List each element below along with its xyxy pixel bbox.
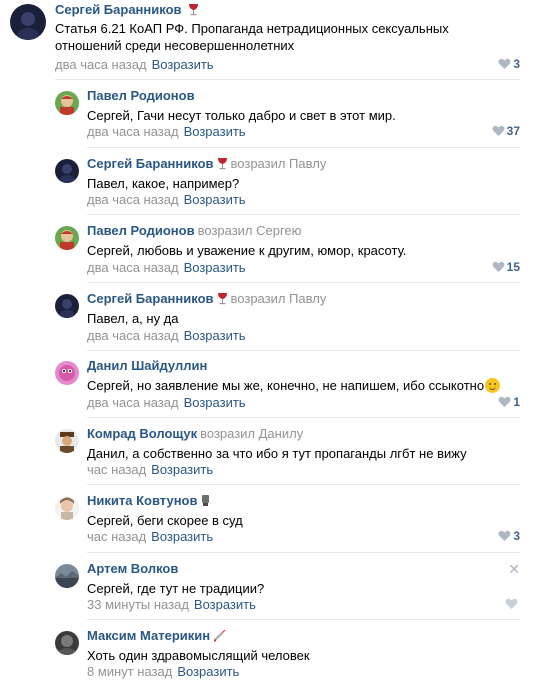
wine-glass-emoji <box>188 3 199 20</box>
separator <box>87 282 520 283</box>
comment-text: Сергей, беги скорее в суд <box>87 513 243 528</box>
timestamp[interactable]: два часа назад <box>55 57 147 72</box>
comment-text: Павел, какое, например? <box>87 176 240 191</box>
like-button[interactable]: 3 <box>498 529 520 544</box>
like-button[interactable]: 15 <box>492 260 520 275</box>
avatar[interactable] <box>55 91 79 115</box>
close-icon[interactable]: ✕ <box>508 561 520 578</box>
avatar[interactable] <box>55 631 79 655</box>
comment: Артем Волков ✕ Сергей, где тут не традиц… <box>0 561 544 621</box>
reply-button[interactable]: Возразить <box>151 462 213 477</box>
separator <box>87 619 520 620</box>
timestamp[interactable]: два часа назад <box>87 260 179 275</box>
reply-to-label[interactable]: возразил Павлу <box>231 291 327 306</box>
avatar[interactable] <box>55 429 79 453</box>
reply-button[interactable]: Возразить <box>151 529 213 544</box>
author-name[interactable]: Никита Ковтунов <box>87 493 198 508</box>
avatar[interactable] <box>55 226 79 250</box>
timestamp[interactable]: час назад <box>87 529 146 544</box>
reply-button[interactable]: Возразить <box>184 124 246 139</box>
timestamp[interactable]: два часа назад <box>87 395 179 410</box>
comment-text: Сергей, любовь и уважение к другим, юмор… <box>87 243 407 258</box>
syringe-emoji <box>213 629 226 646</box>
reply-button[interactable]: Возразить <box>184 260 246 275</box>
like-button[interactable]: 1 <box>498 395 520 410</box>
comment: Сергей Баранников возразил Павлу Павел, к… <box>0 156 544 216</box>
comment-text: Данил, а собственно за что ибо я тут про… <box>87 446 467 461</box>
comment-text: Павел, а, ну да <box>87 311 179 326</box>
timestamp[interactable]: два часа назад <box>87 124 179 139</box>
separator <box>87 484 520 485</box>
like-count: 37 <box>506 124 520 138</box>
separator <box>55 79 520 80</box>
comment: Сергей Баранников Статья 6.21 КоАП РФ. П… <box>0 2 544 74</box>
avatar[interactable] <box>55 361 79 385</box>
comment-text: Сергей, где тут не традиции? <box>87 581 265 596</box>
reply-button[interactable]: Возразить <box>152 57 214 72</box>
comment: Павел Родионов возразил Сергею Сергей, лю… <box>0 223 544 283</box>
like-button[interactable]: 37 <box>492 124 520 139</box>
author-name[interactable]: Данил Шайдуллин <box>87 358 207 373</box>
author-name[interactable]: Сергей Баранников <box>55 2 182 17</box>
comment-text: Хоть один здравомыслящий человек <box>87 648 310 663</box>
comment: Сергей Баранников возразил Павлу Павел, а… <box>0 291 544 351</box>
separator <box>87 214 520 215</box>
like-count: 3 <box>513 57 520 71</box>
timestamp[interactable]: два часа назад <box>87 328 179 343</box>
timestamp[interactable]: 8 минут назад <box>87 664 172 679</box>
comment-text: Сергей, Гачи несут только дабро и свет в… <box>87 108 396 123</box>
heart-icon <box>498 396 511 407</box>
comment-text: Статья 6.21 КоАП РФ. Пропаганда нетрадиц… <box>55 21 449 36</box>
comment-text: Сергей, но заявление мы же, конечно, не … <box>87 378 485 393</box>
author-name[interactable]: Павел Родионов <box>87 88 195 103</box>
heart-icon <box>498 58 511 69</box>
comment: Данил Шайдуллин Сергей, но заявление мы … <box>0 358 544 418</box>
heart-icon <box>492 125 505 136</box>
heart-icon <box>505 598 518 609</box>
comment: Комрад Волощук возразил Данилу Данил, а с… <box>0 426 544 486</box>
heart-icon <box>498 530 511 541</box>
timestamp[interactable]: час назад <box>87 462 146 477</box>
author-name[interactable]: Максим Материкин <box>87 628 210 643</box>
like-count: 1 <box>513 395 520 409</box>
wine-glass-emoji <box>217 292 228 309</box>
reply-to-label[interactable]: возразил Сергею <box>198 223 302 238</box>
smile-emoji <box>485 378 501 393</box>
reply-button[interactable]: Возразить <box>184 395 246 410</box>
comment: Максим Материкин Хоть один здравомыслящи… <box>0 628 544 687</box>
comment: Павел Родионов Сергей, Гачи несут только… <box>0 88 544 148</box>
author-name[interactable]: Комрад Волощук <box>87 426 197 441</box>
timestamp[interactable]: два часа назад <box>87 192 179 207</box>
avatar[interactable] <box>55 564 79 588</box>
trophy-emoji <box>201 494 210 511</box>
heart-icon <box>492 261 505 272</box>
reply-to-label[interactable]: возразил Павлу <box>231 156 327 171</box>
timestamp[interactable]: 33 минуты назад <box>87 597 189 612</box>
reply-to-label[interactable]: возразил Данилу <box>200 426 303 441</box>
avatar[interactable] <box>55 294 79 318</box>
reply-button[interactable]: Возразить <box>177 664 239 679</box>
wine-glass-emoji <box>217 157 228 174</box>
separator <box>87 350 520 351</box>
avatar[interactable] <box>55 496 79 520</box>
separator <box>87 552 520 553</box>
avatar[interactable] <box>10 4 46 40</box>
avatar[interactable] <box>55 159 79 183</box>
reply-button[interactable]: Возразить <box>184 192 246 207</box>
author-name[interactable]: Артем Волков <box>87 561 178 576</box>
like-button[interactable]: 3 <box>498 57 520 72</box>
comment-text-line2: отношений среди несовершеннолетних <box>55 38 295 53</box>
reply-button[interactable]: Возразить <box>184 328 246 343</box>
author-name[interactable]: Сергей Баранников <box>87 156 214 171</box>
separator <box>87 417 520 418</box>
separator <box>87 147 520 148</box>
author-name[interactable]: Павел Родионов <box>87 223 195 238</box>
author-name[interactable]: Сергей Баранников <box>87 291 214 306</box>
like-button[interactable] <box>505 597 520 612</box>
like-count: 3 <box>513 529 520 543</box>
comment: Никита Ковтунов Сергей, беги скорее в су… <box>0 493 544 553</box>
like-count: 15 <box>506 260 520 274</box>
reply-button[interactable]: Возразить <box>194 597 256 612</box>
